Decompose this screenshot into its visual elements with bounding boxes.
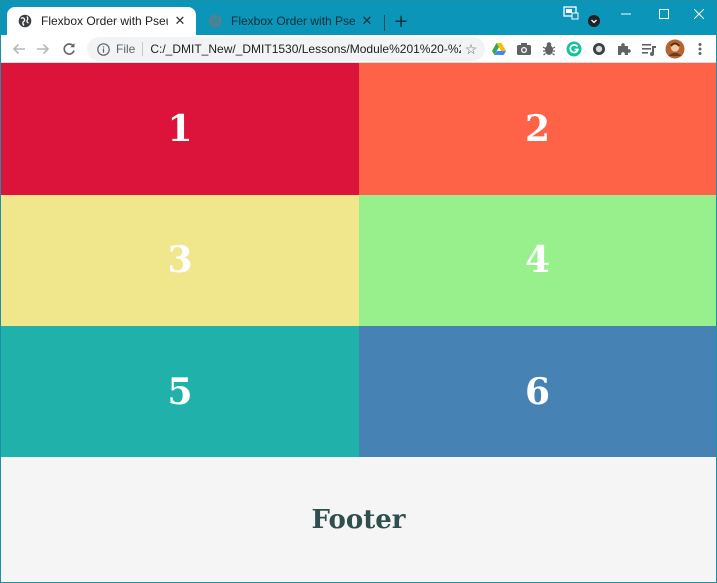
circle-extension-icon[interactable] [590,40,608,58]
globe-icon [17,13,33,29]
tab-search-icon[interactable] [587,13,603,27]
flex-container: 1 2 3 4 5 6 [1,63,716,458]
browser-window: Flexbox Order with Pseudo Selec ✕ Flexbo… [0,0,717,583]
info-icon[interactable] [96,42,110,56]
flex-item-2: 2 [359,63,716,195]
close-window-button[interactable] [676,1,716,27]
globe-icon [207,13,223,29]
back-button[interactable] [9,39,29,59]
puzzle-icon[interactable] [615,40,633,58]
arrow-left-icon [12,43,25,55]
flex-item-1: 1 [1,63,359,195]
url-text[interactable]: C:/_DMIT_New/_DMIT1530/Lessons/Module%20… [150,42,461,56]
profile-avatar[interactable] [665,39,685,59]
bookmark-star-icon[interactable]: ☆ [461,39,481,59]
tab-flexbox-order-active[interactable]: Flexbox Order with Pseudo Selec ✕ [7,7,196,35]
browser-toolbar: File C:/_DMIT_New/_DMIT1530/Lessons/Modu… [1,35,716,63]
arrow-right-icon [37,43,50,55]
reload-button[interactable] [59,39,79,59]
close-icon[interactable]: ✕ [172,13,188,29]
page-footer: Footer [1,457,716,582]
flex-item-5: 5 [1,326,359,458]
flex-item-6: 6 [359,326,716,458]
google-drive-icon[interactable] [490,40,508,58]
address-bar[interactable]: File C:/_DMIT_New/_DMIT1530/Lessons/Modu… [87,37,485,61]
close-icon[interactable]: ✕ [359,13,375,29]
kebab-menu-icon[interactable] [691,40,709,58]
tab-flexbox-order-inactive[interactable]: Flexbox Order with Pseudo Selec ✕ [197,7,383,35]
reading-list-icon[interactable] [640,40,658,58]
new-tab-button[interactable]: + [391,11,411,32]
tab-title: Flexbox Order with Pseudo Selec [231,14,355,28]
tab-strip: Flexbox Order with Pseudo Selec ✕ Flexbo… [1,1,716,35]
camera-icon[interactable] [515,40,533,58]
bug-icon[interactable] [540,40,558,58]
tab-separator [384,15,385,31]
reload-icon [63,43,75,55]
cast-monitor-icon[interactable] [563,5,579,20]
grammarly-icon[interactable] [565,40,583,58]
page-content: 1 2 3 4 5 6 Footer [1,63,716,582]
url-scheme: File [116,42,144,56]
flex-item-4: 4 [359,194,716,326]
forward-button[interactable] [33,39,53,59]
flex-item-3: 3 [1,194,359,326]
tab-title: Flexbox Order with Pseudo Selec [41,14,168,28]
